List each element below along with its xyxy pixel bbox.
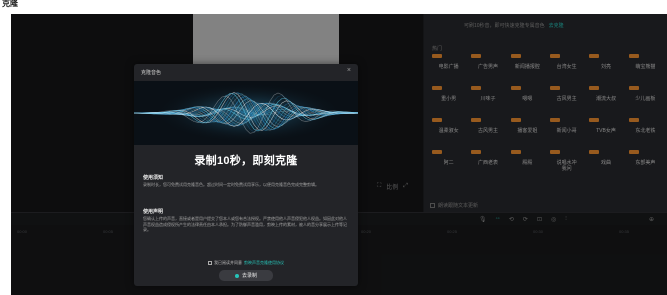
agreement-link[interactable]: 剪映声音克隆使用协议 bbox=[244, 260, 284, 266]
rules-text: 您确认上传的声音，直接或者是用户提交了您本人或您有合法授权。严禁使用他人声音侵犯… bbox=[143, 216, 347, 232]
close-icon[interactable]: × bbox=[347, 67, 351, 74]
top-strip: 克隆 bbox=[0, 0, 667, 13]
agreement-row: 我已阅读并同意 剪映声音克隆使用协议 bbox=[134, 260, 358, 266]
editor-window: ⛶ 比例 ⤢ 可刷10秒音，即可快速克隆专属音色 去克隆 热门 电影广播 广告男声新… bbox=[11, 14, 667, 295]
dialog-title: 克隆音色 bbox=[141, 70, 162, 76]
record-button[interactable]: 去录制 bbox=[219, 270, 273, 281]
usage-title: 使用须知 bbox=[143, 175, 164, 181]
agreement-prefix: 我已阅读并同意 bbox=[214, 260, 242, 265]
record-icon bbox=[234, 273, 239, 278]
waveform-banner bbox=[134, 81, 358, 145]
record-button-label: 去录制 bbox=[241, 273, 257, 279]
agreement-checkbox[interactable] bbox=[208, 261, 212, 265]
clone-voice-dialog: 克隆音色 × 录制10秒，即刻克隆 使用须知 录制时长，您可免费试用克隆音色。超… bbox=[134, 64, 358, 286]
usage-text: 录制时长，您可免费试用克隆音色。超过时间一定时免费试用享乐，以便用克隆音色完成完… bbox=[143, 182, 319, 187]
dialog-headline: 录制10秒，即刻克隆 bbox=[194, 155, 298, 167]
rules-title: 使用声明 bbox=[143, 209, 164, 215]
waveform-illustration bbox=[134, 81, 358, 145]
corner-label: 克隆 bbox=[2, 0, 18, 8]
